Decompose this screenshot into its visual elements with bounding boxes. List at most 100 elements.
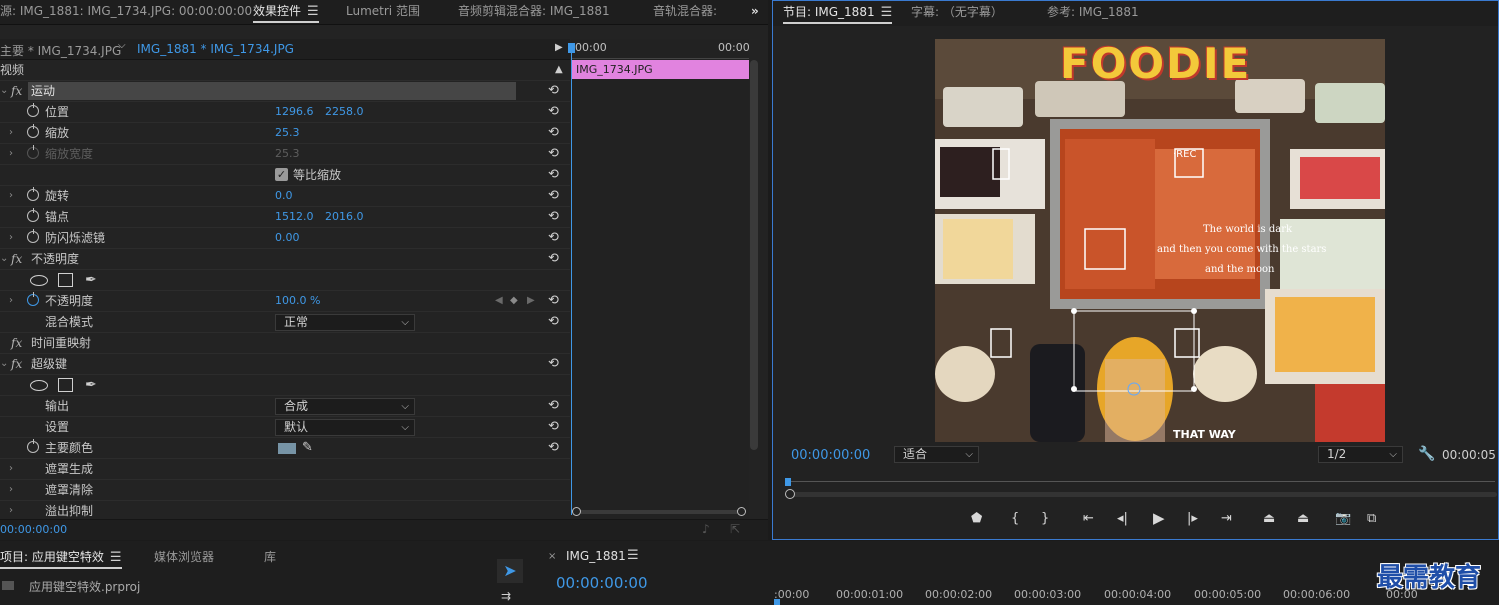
reset-icon[interactable]: ⟲: [548, 186, 559, 206]
step-forward-icon[interactable]: |▸: [1187, 511, 1198, 526]
mark-in-icon[interactable]: {: [1011, 511, 1019, 526]
fx-icon[interactable]: fx: [11, 354, 22, 374]
more-tabs-icon[interactable]: »: [751, 0, 759, 22]
anchor-x-value[interactable]: 1512.0: [275, 207, 314, 227]
vertical-scrollbar[interactable]: [750, 60, 758, 450]
stopwatch-icon[interactable]: [27, 103, 39, 117]
effect-row-ultra-key[interactable]: ⌄ fx 超级键 ⟲: [0, 354, 570, 375]
opacity-value[interactable]: 100.0 %: [275, 291, 320, 311]
rectangle-mask-icon[interactable]: [58, 273, 73, 287]
reset-icon[interactable]: ⟲: [548, 249, 559, 269]
track-select-tool-icon[interactable]: ⇉: [501, 589, 511, 603]
chevron-right-icon[interactable]: ›: [9, 123, 13, 143]
tab-reference[interactable]: 参考: IMG_1881: [1047, 1, 1139, 23]
reset-icon[interactable]: ⟲: [548, 123, 559, 143]
go-to-in-icon[interactable]: ⇤: [1083, 511, 1094, 526]
export-icon[interactable]: ⇱: [730, 522, 740, 536]
lift-icon[interactable]: ⏏: [1263, 511, 1275, 526]
timeline-zoom-bar[interactable]: [575, 510, 743, 514]
stopwatch-icon[interactable]: [27, 292, 39, 306]
position-y-value[interactable]: 2258.0: [325, 102, 364, 122]
reset-icon[interactable]: ⟲: [548, 165, 559, 185]
reset-icon[interactable]: ⟲: [548, 81, 559, 101]
fx-icon[interactable]: fx: [11, 249, 22, 269]
reset-icon[interactable]: ⟲: [548, 144, 559, 164]
output-dropdown[interactable]: 合成 ⌵: [275, 398, 415, 415]
reset-icon[interactable]: ⟲: [548, 417, 559, 437]
chevron-right-icon[interactable]: ›: [9, 459, 13, 479]
tab-audio-clip-mixer[interactable]: 音频剪辑混合器: IMG_1881: [458, 0, 610, 22]
pen-mask-icon[interactable]: ✒: [85, 270, 97, 290]
effect-row-opacity[interactable]: ⌄ fx 不透明度 ⟲: [0, 249, 570, 270]
stopwatch-icon[interactable]: [27, 124, 39, 138]
reset-icon[interactable]: ⟲: [548, 354, 559, 374]
eyedropper-icon[interactable]: ✎: [302, 438, 313, 458]
ellipse-mask-icon[interactable]: [30, 275, 48, 286]
setting-dropdown[interactable]: 默认 ⌵: [275, 419, 415, 436]
anchor-y-value[interactable]: 2016.0: [325, 207, 364, 227]
reset-icon[interactable]: ⟲: [548, 102, 559, 122]
panel-menu-icon[interactable]: ☰: [307, 1, 319, 23]
fit-dropdown[interactable]: 适合 ⌵: [894, 446, 979, 463]
audio-scrub-icon[interactable]: ♪: [702, 522, 710, 536]
chevron-right-icon[interactable]: ›: [9, 291, 13, 311]
reset-icon[interactable]: ⟲: [548, 438, 559, 458]
sequence-clip-label[interactable]: IMG_1881 * IMG_1734.JPG: [137, 42, 294, 56]
prev-keyframe-icon[interactable]: ◀: [495, 291, 503, 311]
reset-icon[interactable]: ⟲: [548, 312, 559, 332]
flicker-value[interactable]: 0.00: [275, 228, 300, 248]
timeline-playhead[interactable]: [774, 599, 780, 605]
camera-icon[interactable]: 📷: [1335, 511, 1351, 526]
reset-icon[interactable]: ⟲: [548, 207, 559, 227]
program-video-frame[interactable]: FOODIE ·REC The world is dark and then y…: [935, 39, 1385, 442]
go-to-out-icon[interactable]: ⇥: [1221, 511, 1232, 526]
step-back-icon[interactable]: ◂|: [1117, 511, 1128, 526]
play-icon[interactable]: ▶: [1153, 509, 1165, 527]
add-marker-icon[interactable]: ⬟: [971, 511, 982, 526]
chevron-down-icon[interactable]: ⌄: [0, 249, 8, 269]
zoom-handle-left[interactable]: [572, 507, 581, 516]
tab-media-browser[interactable]: 媒体浏览器: [154, 546, 214, 568]
reset-icon[interactable]: ⟲: [548, 291, 559, 311]
playhead-handle[interactable]: [568, 43, 575, 53]
panel-menu-icon[interactable]: ☰: [627, 548, 639, 563]
reset-icon[interactable]: ⟲: [548, 396, 559, 416]
master-clip-label[interactable]: 主要 * IMG_1734.JPG: [0, 42, 121, 59]
fx-icon[interactable]: fx: [11, 81, 22, 101]
chevron-down-icon[interactable]: ⌄: [0, 354, 8, 374]
key-color-swatch[interactable]: [278, 443, 296, 454]
chevron-right-icon[interactable]: ›: [9, 144, 13, 164]
uniform-scale-checkbox[interactable]: ✓: [275, 168, 288, 181]
tab-source[interactable]: 源: IMG_1881: IMG_1734.JPG: 00:00:00:00: [0, 0, 252, 22]
stopwatch-icon[interactable]: [27, 187, 39, 201]
collapse-up-icon[interactable]: ▲: [555, 60, 563, 80]
tab-libraries[interactable]: 库: [264, 546, 276, 568]
chevron-down-icon[interactable]: ⌄: [0, 81, 8, 101]
scale-value[interactable]: 25.3: [275, 123, 300, 143]
chevron-right-icon[interactable]: ›: [9, 480, 13, 500]
tab-project[interactable]: 项目: 应用键空特效 ☰: [0, 546, 122, 569]
program-timecode[interactable]: 00:00:00:00: [791, 448, 870, 463]
chevron-right-icon[interactable]: ›: [9, 228, 13, 248]
mark-out-icon[interactable]: }: [1041, 511, 1049, 526]
tab-effect-controls[interactable]: 效果控件 ☰: [253, 0, 319, 23]
reset-icon[interactable]: ⟲: [548, 228, 559, 248]
zoom-scroll-bar[interactable]: [789, 492, 1497, 497]
compare-icon[interactable]: ⧉: [1367, 511, 1376, 526]
effect-row-time-remap[interactable]: fx 时间重映射: [0, 333, 570, 354]
tab-lumetri-scopes[interactable]: Lumetri 范围: [346, 0, 420, 22]
program-playhead[interactable]: [785, 478, 791, 486]
panel-menu-icon[interactable]: ☰: [110, 547, 122, 569]
position-x-value[interactable]: 1296.6: [275, 102, 314, 122]
chevron-right-icon[interactable]: ›: [9, 501, 13, 521]
clip-bar[interactable]: IMG_1734.JPG: [571, 60, 749, 79]
zoom-handle-right[interactable]: [737, 507, 746, 516]
rectangle-mask-icon[interactable]: [58, 378, 73, 392]
tab-audio-track-mixer[interactable]: 音轨混合器:: [653, 0, 717, 22]
chevron-right-icon[interactable]: ›: [9, 186, 13, 206]
add-keyframe-icon[interactable]: ◆: [510, 291, 518, 311]
stopwatch-icon[interactable]: [27, 229, 39, 243]
stopwatch-icon[interactable]: [27, 439, 39, 453]
project-file-name[interactable]: 应用键空特效.prproj: [29, 578, 140, 595]
tab-captions[interactable]: 字幕: （无字幕）: [911, 1, 1003, 23]
